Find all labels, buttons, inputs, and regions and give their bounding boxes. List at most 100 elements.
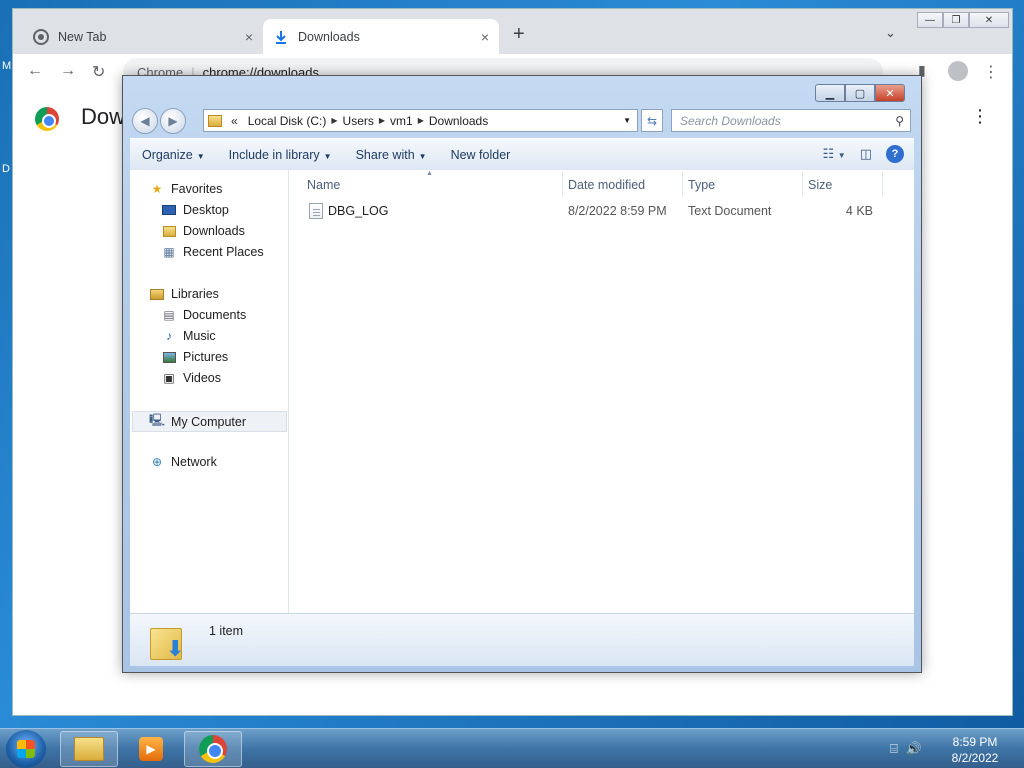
change-view-icon[interactable]: ☷ ▼	[823, 146, 846, 162]
taskbar-explorer-button[interactable]	[60, 731, 118, 767]
music-icon: ♪	[166, 329, 172, 343]
column-header-name[interactable]: Name	[307, 178, 340, 192]
tab-downloads[interactable]: Downloads ×	[263, 19, 499, 54]
explorer-window: ▁ ▢ ✕ ◀ ▶ « Local Disk (C:) ▶ Users ▶ vm…	[122, 75, 922, 673]
file-list: ▲ Name Date modified Type Size DBG_LOG 8…	[289, 170, 914, 613]
chevron-right-icon[interactable]: ▶	[418, 116, 424, 125]
chrome-tab-strip: New Tab × Downloads × + ⌄ — ❐ ✕	[13, 9, 1012, 54]
desktop-icon-label: M	[2, 60, 12, 72]
nav-videos[interactable]: ▣ Videos	[161, 371, 221, 385]
chevron-right-icon[interactable]: ▶	[379, 116, 385, 125]
item-count: 1 item	[209, 624, 244, 638]
back-button[interactable]: ←	[27, 62, 43, 80]
forward-button[interactable]: ▶	[160, 108, 186, 134]
breadcrumb-item[interactable]: vm1	[390, 114, 413, 128]
chrome-window-controls: — ❐ ✕	[917, 12, 1009, 28]
breadcrumb-overflow[interactable]: «	[231, 114, 238, 128]
share-with-button[interactable]: Share with ▼	[344, 148, 439, 162]
file-type: Text Document	[688, 204, 772, 218]
nav-documents[interactable]: ▤ Documents	[161, 308, 246, 322]
new-folder-button[interactable]: New folder	[439, 148, 523, 162]
back-button[interactable]: ◀	[132, 108, 158, 134]
column-header-size[interactable]: Size	[808, 178, 832, 192]
nav-pictures[interactable]: Pictures	[161, 350, 228, 364]
downloads-folder-icon: ⬇	[150, 620, 184, 661]
nav-recent-places[interactable]: ▦ Recent Places	[161, 245, 263, 259]
media-player-icon: ▶	[139, 737, 163, 761]
download-icon	[273, 29, 289, 45]
volume-icon[interactable]: 🔊	[906, 741, 922, 757]
breadcrumb-item[interactable]: Local Disk (C:)	[248, 114, 327, 128]
chevron-down-icon: ▼	[196, 151, 205, 161]
column-header-date-modified[interactable]: Date modified	[568, 178, 645, 192]
address-bar[interactable]: « Local Disk (C:) ▶ Users ▶ vm1 ▶ Downlo…	[203, 109, 638, 132]
close-icon[interactable]: ×	[481, 29, 489, 45]
organize-button[interactable]: Organize ▼	[130, 148, 217, 162]
breadcrumb-item[interactable]: Downloads	[429, 114, 488, 128]
clock-date: 8/2/2022	[951, 751, 999, 765]
refresh-button[interactable]: ⇆	[641, 109, 663, 132]
more-actions-icon[interactable]: ⋮	[971, 106, 989, 127]
new-tab-button[interactable]: +	[513, 23, 525, 46]
profile-avatar[interactable]	[948, 61, 968, 81]
tab-search-button[interactable]: ⌄	[885, 25, 896, 41]
file-size: 4 KB	[845, 204, 873, 218]
tab-new-tab[interactable]: New Tab ×	[23, 19, 263, 54]
nav-desktop[interactable]: Desktop	[161, 203, 229, 217]
chevron-down-icon: ▼	[323, 151, 332, 161]
folder-icon	[74, 737, 104, 761]
tab-label: Downloads	[298, 29, 360, 44]
search-icon[interactable]: ⚲	[895, 114, 904, 128]
nav-music[interactable]: ♪ Music	[161, 329, 216, 343]
taskbar-media-player-button[interactable]: ▶	[122, 731, 180, 767]
chevron-down-icon[interactable]: ▼	[623, 116, 631, 125]
chevron-down-icon: ▼	[418, 151, 427, 161]
recent-places-icon: ▦	[163, 245, 175, 259]
file-name: DBG_LOG	[328, 204, 389, 218]
nav-network[interactable]: ⊕ Network	[149, 455, 217, 469]
sort-arrow-icon: ▲	[426, 170, 433, 177]
clock[interactable]: 8:59 PM 8/2/2022	[940, 734, 1010, 766]
maximize-button[interactable]: ▢	[845, 84, 875, 102]
start-button[interactable]	[6, 730, 46, 768]
forward-button[interactable]: →	[60, 62, 76, 80]
include-in-library-button[interactable]: Include in library ▼	[217, 148, 344, 162]
desktop-icon	[161, 203, 177, 217]
taskbar: ▶ ⌸ 🔊 8:59 PM 8/2/2022	[0, 728, 1024, 768]
desktop-icon-label: D	[2, 163, 10, 175]
chrome-icon	[33, 28, 49, 45]
close-button[interactable]: ✕	[969, 12, 1009, 28]
column-header-type[interactable]: Type	[688, 178, 715, 192]
nav-favorites[interactable]: ★ Favorites	[149, 182, 223, 196]
taskbar-chrome-button[interactable]	[184, 731, 242, 767]
minimize-button[interactable]: —	[917, 12, 943, 28]
search-placeholder: Search Downloads	[680, 113, 781, 128]
videos-icon: ▣	[163, 371, 175, 385]
network-tray-icon[interactable]: ⌸	[890, 741, 898, 757]
documents-icon: ▤	[163, 308, 175, 322]
view-controls: ☷ ▼ ◫ ?	[823, 145, 904, 163]
breadcrumb-item[interactable]: Users	[343, 114, 374, 128]
star-icon: ★	[151, 182, 163, 196]
computer-icon: 🖳	[149, 413, 166, 427]
table-row[interactable]: DBG_LOG 8/2/2022 8:59 PM Text Document 4…	[289, 200, 889, 222]
help-icon[interactable]: ?	[886, 145, 904, 163]
nav-my-computer[interactable]: 🖳 My Computer	[132, 411, 287, 432]
nav-downloads[interactable]: Downloads	[161, 224, 245, 238]
maximize-button[interactable]: ❐	[943, 12, 969, 28]
libraries-icon	[149, 287, 165, 301]
close-button[interactable]: ✕	[875, 84, 905, 102]
close-icon[interactable]: ×	[245, 29, 253, 45]
reload-button[interactable]: ↻	[92, 62, 105, 82]
windows-logo-icon	[17, 740, 35, 758]
search-input[interactable]: Search Downloads ⚲	[671, 109, 911, 132]
preview-pane-icon[interactable]: ◫	[860, 146, 872, 162]
folder-icon	[208, 114, 222, 127]
nav-libraries[interactable]: Libraries	[149, 287, 219, 301]
minimize-button[interactable]: ▁	[815, 84, 845, 102]
file-date-modified: 8/2/2022 8:59 PM	[568, 204, 667, 218]
explorer-window-controls: ▁ ▢ ✕	[815, 84, 905, 102]
chrome-menu-icon[interactable]: ⋮	[983, 62, 999, 82]
chevron-right-icon[interactable]: ▶	[331, 116, 337, 125]
text-file-icon	[309, 203, 323, 219]
